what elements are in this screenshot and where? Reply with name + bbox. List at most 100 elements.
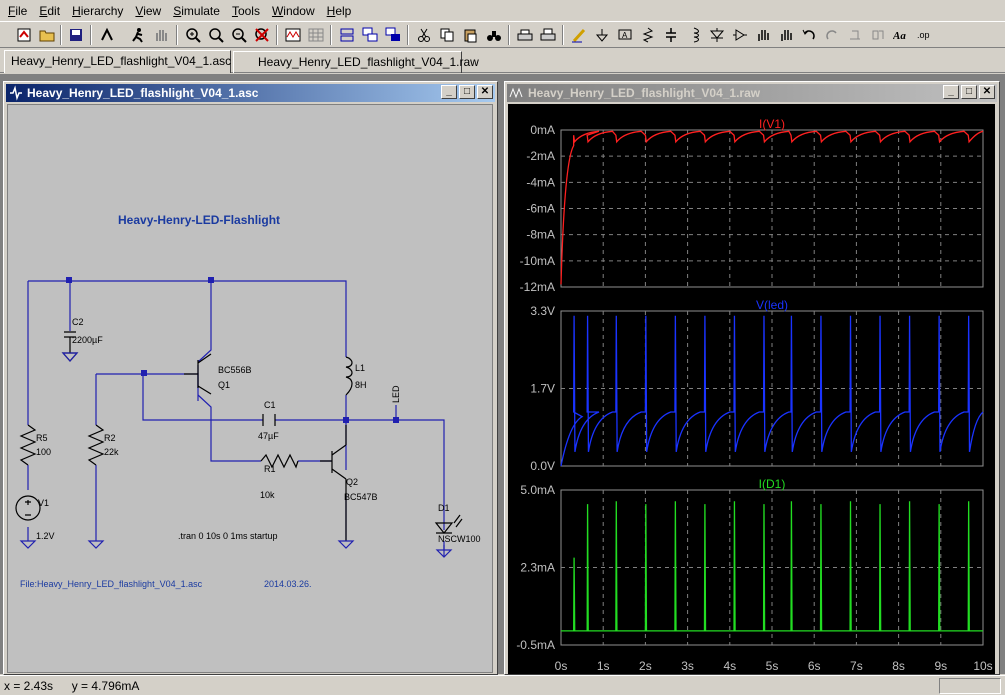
schematic-heading: Heavy-Henry-LED-Flashlight [118, 213, 280, 227]
minimize-button[interactable]: _ [943, 85, 959, 99]
find-binoculars-icon[interactable] [484, 25, 504, 45]
q2-name: Q2 [346, 477, 358, 487]
x-tick-label: 4s [723, 659, 736, 673]
close-button[interactable]: ✕ [979, 85, 995, 99]
c2-value: 2200µF [72, 335, 103, 345]
halt-hand-icon[interactable] [151, 25, 171, 45]
open-folder-icon[interactable] [37, 25, 57, 45]
cut-icon[interactable] [414, 25, 434, 45]
capacitor-icon[interactable] [661, 25, 681, 45]
cursor-y-readout: y = 4.796mA [71, 679, 140, 693]
q2-model: BC547B [344, 492, 378, 502]
y-tick-label: -6mA [526, 202, 555, 216]
svg-text:Aa: Aa [893, 30, 906, 42]
x-tick-label: 8s [892, 659, 905, 673]
q1-model: BC556B [218, 365, 252, 375]
svg-text:.op: .op [917, 30, 930, 40]
r1-name: R1 [264, 464, 276, 474]
mdi-workspace: Heavy_Henry_LED_flashlight_V04_1.asc _ □… [0, 74, 1005, 675]
zoom-fit-icon[interactable] [252, 25, 272, 45]
file-label: File:Heavy_Henry_LED_flashlight_V04_1.as… [20, 579, 203, 589]
y-tick-label: -2mA [526, 149, 555, 163]
toolbar: A Aa .op [0, 21, 1005, 48]
spice-directive-icon[interactable]: .op [914, 25, 934, 45]
y-tick-label: 0.0V [530, 459, 555, 473]
ground-icon[interactable] [592, 25, 612, 45]
menu-edit[interactable]: Edit [35, 1, 64, 21]
waveform-icon[interactable] [283, 25, 303, 45]
maximize-button[interactable]: □ [961, 85, 977, 99]
close-all-icon[interactable] [383, 25, 403, 45]
menu-help[interactable]: Help [323, 1, 356, 21]
resistor-icon[interactable] [638, 25, 658, 45]
grid-icon[interactable] [306, 25, 326, 45]
menu-hierarchy[interactable]: Hierarchy [68, 1, 127, 21]
undo-icon[interactable] [799, 25, 819, 45]
schematic-window[interactable]: Heavy_Henry_LED_flashlight_V04_1.asc _ □… [3, 81, 498, 675]
c1-value: 47µF [258, 431, 279, 441]
l1-name: L1 [355, 363, 365, 373]
paste-icon[interactable] [460, 25, 480, 45]
trace-title: I(V1) [759, 117, 785, 131]
print-icon[interactable] [538, 25, 558, 45]
d1-name: D1 [438, 503, 450, 513]
tile-horizontal-icon[interactable] [337, 25, 357, 45]
status-bar: x = 2.43s y = 4.796mA [0, 675, 1005, 695]
draw-wire-icon[interactable] [569, 25, 589, 45]
cursor-x-readout: x = 2.43s [4, 679, 54, 693]
y-tick-label: -4mA [526, 175, 555, 189]
mirror-icon[interactable] [868, 25, 888, 45]
waveform-window[interactable]: Heavy_Henry_LED_flashlight_V04_1.raw _ □… [504, 81, 1000, 675]
control-panel-icon[interactable] [97, 25, 117, 45]
close-button[interactable]: ✕ [477, 85, 493, 99]
x-tick-label: 7s [850, 659, 863, 673]
save-icon[interactable] [66, 25, 86, 45]
menu-file[interactable]: File [4, 1, 31, 21]
date-label: 2014.03.26. [264, 579, 312, 589]
d1-model: NSCW100 [438, 534, 481, 544]
l1-value: 8H [355, 380, 367, 390]
y-tick-label: 2.3mA [520, 561, 555, 575]
r1-value: 10k [260, 490, 275, 500]
c2-name: C2 [72, 317, 84, 327]
print-setup-icon[interactable] [515, 25, 535, 45]
waveform-titlebar[interactable]: Heavy_Henry_LED_flashlight_V04_1.raw _ □… [507, 84, 997, 102]
move-hand-icon[interactable] [753, 25, 773, 45]
minimize-button[interactable]: _ [441, 85, 457, 99]
y-tick-label: 1.7V [530, 382, 555, 396]
menu-window[interactable]: Window [268, 1, 319, 21]
inductor-icon[interactable] [684, 25, 704, 45]
redo-icon[interactable] [822, 25, 842, 45]
component-icon[interactable] [730, 25, 750, 45]
y-tick-label: -8mA [526, 228, 555, 242]
rotate-icon[interactable] [845, 25, 865, 45]
drag-hand-icon[interactable] [776, 25, 796, 45]
copy-icon[interactable] [437, 25, 457, 45]
tab-waveform[interactable]: Heavy_Henry_LED_flashlight_V04_1.raw [233, 51, 479, 73]
run-icon[interactable] [128, 25, 148, 45]
document-tabs: Heavy_Henry_LED_flashlight_V04_1.asc Hea… [0, 49, 1005, 73]
new-schematic-icon[interactable] [14, 25, 34, 45]
v1-name: V1 [38, 498, 49, 508]
tab-schematic[interactable]: Heavy_Henry_LED_flashlight_V04_1.asc [4, 50, 231, 73]
zoom-in-icon[interactable] [183, 25, 203, 45]
schematic-titlebar[interactable]: Heavy_Henry_LED_flashlight_V04_1.asc _ □… [6, 84, 495, 102]
zoom-out-icon[interactable] [229, 25, 249, 45]
menu-tools[interactable]: Tools [228, 1, 264, 21]
r5-value: 100 [36, 447, 51, 457]
schematic-canvas[interactable]: Heavy-Henry-LED-Flashlight C2 2200µF BC5… [7, 104, 493, 673]
y-tick-label: 3.3V [530, 304, 555, 318]
cascade-icon[interactable] [360, 25, 380, 45]
diode-icon[interactable] [707, 25, 727, 45]
label-net-icon[interactable]: A [615, 25, 635, 45]
x-tick-label: 1s [597, 659, 610, 673]
trace-title: V(led) [756, 298, 788, 312]
maximize-button[interactable]: □ [459, 85, 475, 99]
menu-simulate[interactable]: Simulate [169, 1, 224, 21]
status-panel [939, 678, 1001, 694]
text-icon[interactable]: Aa [891, 25, 911, 45]
menu-view[interactable]: View [131, 1, 165, 21]
waveform-plot-area[interactable]: I(V1) 0mA -2mA -4mA -6mA -8mA -10mA -12mA V(led)… [508, 104, 995, 674]
y-tick-label: -12mA [520, 280, 555, 294]
pan-icon[interactable] [206, 25, 226, 45]
